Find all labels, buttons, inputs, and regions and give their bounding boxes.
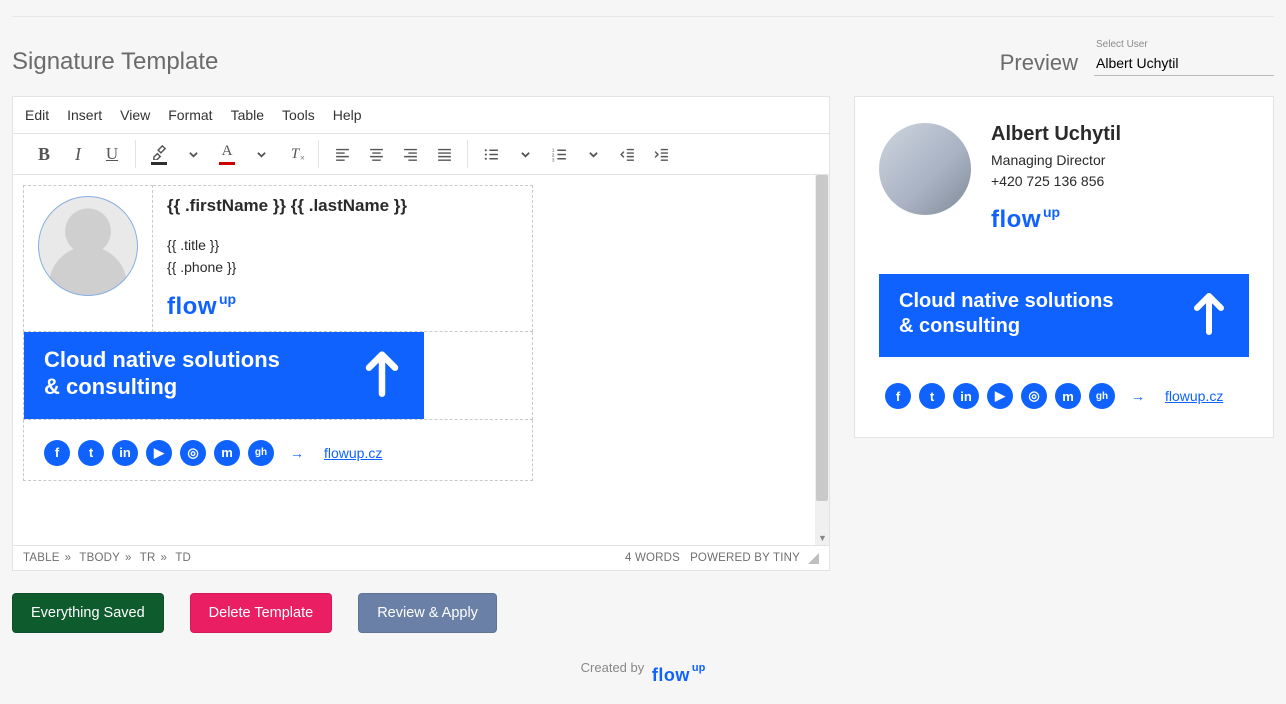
preview-banner-line-1: Cloud native solutions bbox=[899, 289, 1113, 314]
editor-panel: Edit Insert View Format Table Tools Help… bbox=[12, 96, 830, 571]
avatar-placeholder-icon bbox=[38, 196, 138, 296]
top-divider bbox=[12, 16, 1274, 17]
preview-card: Albert Uchytil Managing Director +420 72… bbox=[854, 96, 1274, 438]
italic-icon[interactable]: I bbox=[65, 141, 91, 167]
editor-scrollbar[interactable]: ▼ bbox=[815, 175, 829, 545]
numbered-list-icon[interactable]: 123 bbox=[546, 141, 572, 167]
github-icon[interactable]: gh bbox=[1089, 383, 1115, 409]
linkedin-icon[interactable]: in bbox=[112, 440, 138, 466]
logo-flow-text: flow bbox=[167, 293, 217, 321]
menu-edit[interactable]: Edit bbox=[25, 107, 49, 123]
bulleted-list-dropdown-icon[interactable] bbox=[512, 141, 538, 167]
facebook-icon[interactable]: f bbox=[885, 383, 911, 409]
align-center-icon[interactable] bbox=[363, 141, 389, 167]
preview-banner-line-2: & consulting bbox=[899, 314, 1113, 339]
preview-social-row: ftin ▶ ◎ mgh → flowup.cz bbox=[879, 373, 1249, 413]
align-justify-icon[interactable] bbox=[431, 141, 457, 167]
clear-formatting-icon[interactable]: T× bbox=[282, 141, 308, 167]
preview-phone: +420 725 136 856 bbox=[991, 171, 1121, 192]
word-count: 4 WORDS bbox=[625, 552, 680, 564]
meetup-icon[interactable]: m bbox=[1055, 383, 1081, 409]
menu-table[interactable]: Table bbox=[231, 107, 264, 123]
footer-created-by: Created by bbox=[581, 660, 645, 675]
preview-avatar bbox=[879, 123, 971, 215]
arrow-up-icon bbox=[360, 346, 404, 401]
delete-template-button[interactable]: Delete Template bbox=[190, 593, 333, 633]
link-arrow-icon: → bbox=[290, 445, 304, 461]
template-banner: Cloud native solutions & consulting bbox=[24, 332, 424, 419]
select-user-field[interactable]: Select User bbox=[1094, 41, 1274, 76]
editor-toolbar: B I U A T× bbox=[13, 134, 829, 175]
facebook-icon[interactable]: f bbox=[44, 440, 70, 466]
template-social-row: ftin ▶ ◎ mgh → flowup.cz bbox=[38, 430, 518, 470]
youtube-icon[interactable]: ▶ bbox=[146, 440, 172, 466]
svg-text:2: 2 bbox=[551, 152, 554, 158]
template-title: {{ .title }} bbox=[167, 234, 518, 256]
editor-menubar: Edit Insert View Format Table Tools Help bbox=[13, 97, 829, 134]
svg-text:3: 3 bbox=[551, 157, 554, 162]
powered-by: POWERED BY TINY bbox=[690, 552, 800, 564]
menu-tools[interactable]: Tools bbox=[282, 107, 315, 123]
underline-icon[interactable]: U bbox=[99, 141, 125, 167]
template-social-cell[interactable]: ftin ▶ ◎ mgh → flowup.cz bbox=[24, 419, 533, 480]
template-avatar-cell[interactable] bbox=[24, 186, 153, 332]
review-apply-button[interactable]: Review & Apply bbox=[358, 593, 497, 633]
meetup-icon[interactable]: m bbox=[214, 440, 240, 466]
link-arrow-icon: → bbox=[1131, 388, 1145, 404]
twitter-icon[interactable]: t bbox=[78, 440, 104, 466]
scrollbar-thumb[interactable] bbox=[816, 175, 828, 501]
signature-table[interactable]: {{ .firstName }} {{ .lastName }} {{ .tit… bbox=[23, 185, 533, 481]
preview-name: Albert Uchytil bbox=[991, 123, 1121, 146]
menu-format[interactable]: Format bbox=[168, 107, 212, 123]
template-info-cell[interactable]: {{ .firstName }} {{ .lastName }} {{ .tit… bbox=[153, 186, 533, 332]
save-button[interactable]: Everything Saved bbox=[12, 593, 164, 633]
scrollbar-down-icon[interactable]: ▼ bbox=[818, 533, 827, 543]
youtube-icon[interactable]: ▶ bbox=[987, 383, 1013, 409]
text-color-dropdown-icon[interactable] bbox=[248, 141, 274, 167]
menu-view[interactable]: View bbox=[120, 107, 150, 123]
svg-text:1: 1 bbox=[551, 147, 554, 153]
banner-line-1: Cloud native solutions bbox=[44, 346, 280, 374]
element-path[interactable]: TABLE» TBODY» TR» TD bbox=[23, 552, 191, 564]
resize-handle-icon[interactable] bbox=[808, 553, 819, 564]
numbered-list-dropdown-icon[interactable] bbox=[580, 141, 606, 167]
twitter-icon[interactable]: t bbox=[919, 383, 945, 409]
linkedin-icon[interactable]: in bbox=[953, 383, 979, 409]
footer: Created by flowup bbox=[12, 651, 1274, 686]
indent-icon[interactable] bbox=[648, 141, 674, 167]
preview-title: Preview bbox=[1000, 50, 1078, 76]
footer-logo: flowup bbox=[652, 665, 705, 686]
outdent-icon[interactable] bbox=[614, 141, 640, 167]
template-name: {{ .firstName }} {{ .lastName }} bbox=[167, 196, 518, 216]
align-left-icon[interactable] bbox=[329, 141, 355, 167]
arrow-up-icon bbox=[1189, 288, 1229, 339]
select-user-label: Select User bbox=[1096, 39, 1148, 50]
site-link[interactable]: flowup.cz bbox=[324, 445, 382, 461]
bold-icon[interactable]: B bbox=[31, 141, 57, 167]
instagram-icon[interactable]: ◎ bbox=[1021, 383, 1047, 409]
preview-logo: flowup bbox=[991, 206, 1121, 234]
align-right-icon[interactable] bbox=[397, 141, 423, 167]
preview-banner: Cloud native solutions & consulting bbox=[879, 274, 1249, 357]
banner-line-2: & consulting bbox=[44, 373, 280, 401]
logo-up-text: up bbox=[219, 291, 236, 307]
menu-insert[interactable]: Insert bbox=[67, 107, 102, 123]
bulleted-list-icon[interactable] bbox=[478, 141, 504, 167]
preview-job-title: Managing Director bbox=[991, 150, 1121, 171]
instagram-icon[interactable]: ◎ bbox=[180, 440, 206, 466]
text-color-icon[interactable]: A bbox=[214, 141, 240, 167]
highlight-color-dropdown-icon[interactable] bbox=[180, 141, 206, 167]
highlight-color-icon[interactable] bbox=[146, 141, 172, 167]
editor-statusbar: TABLE» TBODY» TR» TD 4 WORDS POWERED BY … bbox=[13, 545, 829, 570]
github-icon[interactable]: gh bbox=[248, 440, 274, 466]
site-link[interactable]: flowup.cz bbox=[1165, 388, 1223, 404]
template-logo: flowup bbox=[167, 293, 518, 321]
template-banner-cell[interactable]: Cloud native solutions & consulting bbox=[24, 331, 533, 419]
menu-help[interactable]: Help bbox=[333, 107, 362, 123]
template-phone: {{ .phone }} bbox=[167, 256, 518, 278]
editor-canvas[interactable]: {{ .firstName }} {{ .lastName }} {{ .tit… bbox=[13, 175, 829, 545]
page-title: Signature Template bbox=[12, 48, 218, 76]
